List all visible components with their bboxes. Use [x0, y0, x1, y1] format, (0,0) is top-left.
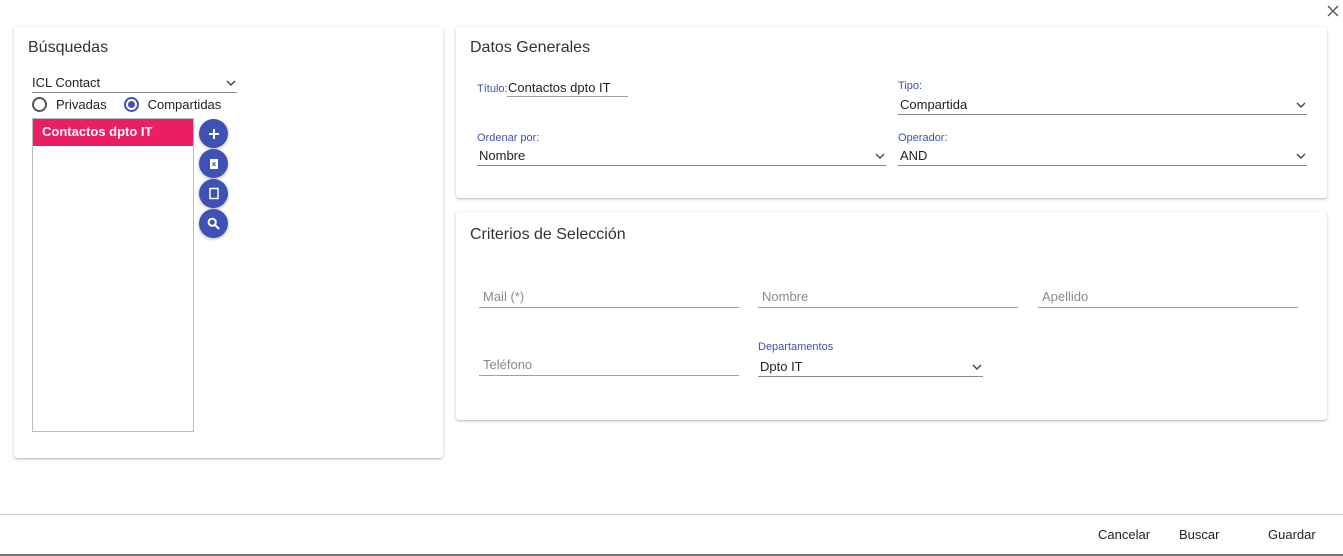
- plus-icon: [208, 128, 219, 139]
- datos-generales-panel: Datos Generales Título: Contactos dpto I…: [456, 27, 1327, 198]
- departamentos-value: Dpto IT: [760, 359, 803, 374]
- departamentos-select[interactable]: Dpto IT: [758, 359, 983, 377]
- criterios-title: Criterios de Selección: [470, 226, 626, 243]
- nombre-placeholder: Nombre: [762, 289, 809, 304]
- add-search-button[interactable]: [199, 119, 228, 148]
- close-icon: [1327, 5, 1339, 17]
- save-button[interactable]: Guardar: [1268, 527, 1316, 542]
- footer-divider: [0, 514, 1343, 515]
- tipo-select[interactable]: Compartida: [898, 97, 1307, 115]
- tipo-value: Compartida: [900, 97, 968, 112]
- operador-select[interactable]: AND: [898, 148, 1307, 166]
- ordenar-select[interactable]: Nombre: [477, 148, 886, 166]
- apellido-placeholder: Apellido: [1042, 289, 1089, 304]
- copy-icon: [208, 187, 219, 200]
- trash-icon: [209, 159, 218, 169]
- titulo-input[interactable]: Contactos dpto IT: [507, 77, 628, 97]
- source-select-value: ICL Contact: [32, 75, 101, 90]
- ordenar-label: Ordenar por:: [477, 132, 540, 144]
- nombre-input[interactable]: Nombre: [758, 288, 1018, 308]
- mail-placeholder: Mail (*): [483, 289, 525, 304]
- chevron-down-icon: [972, 364, 982, 370]
- ordenar-value: Nombre: [479, 148, 526, 163]
- searches-list[interactable]: Contactos dpto IT: [32, 118, 194, 432]
- operador-label: Operador:: [898, 132, 948, 144]
- radio-compartidas-label: Compartidas: [147, 97, 222, 112]
- search-footer-button[interactable]: Buscar: [1179, 527, 1219, 542]
- tipo-label: Tipo:: [898, 80, 923, 92]
- radio-privadas-label: Privadas: [56, 97, 107, 112]
- close-button[interactable]: [1325, 3, 1341, 19]
- chevron-down-icon: [1296, 153, 1306, 159]
- datos-generales-title: Datos Generales: [470, 39, 591, 56]
- search-button[interactable]: [199, 209, 228, 238]
- delete-search-button[interactable]: [199, 149, 228, 178]
- copy-search-button[interactable]: [199, 179, 228, 208]
- busquedas-title: Búsquedas: [28, 39, 109, 56]
- search-icon: [207, 217, 220, 230]
- chevron-down-icon: [226, 80, 236, 86]
- busquedas-panel: Búsquedas ICL Contact Privadas Compartid…: [14, 27, 443, 458]
- source-select[interactable]: ICL Contact: [32, 75, 237, 93]
- list-item[interactable]: Contactos dpto IT: [33, 119, 193, 146]
- titulo-label: Título:: [477, 83, 508, 95]
- chevron-down-icon: [1296, 102, 1306, 108]
- apellido-input[interactable]: Apellido: [1038, 288, 1298, 308]
- operador-value: AND: [900, 148, 928, 163]
- radio-compartidas[interactable]: [123, 97, 139, 112]
- telefono-placeholder: Teléfono: [483, 357, 533, 372]
- radio-privadas[interactable]: [32, 97, 47, 112]
- criterios-panel: Criterios de Selección Mail (*) Nombre A…: [456, 212, 1327, 420]
- mail-input[interactable]: Mail (*): [479, 288, 739, 308]
- departamentos-label: Departamentos: [758, 341, 834, 353]
- telefono-input[interactable]: Teléfono: [479, 356, 739, 376]
- visibility-radio-group: Privadas Compartidas: [32, 97, 238, 112]
- cancel-button[interactable]: Cancelar: [1098, 527, 1150, 542]
- chevron-down-icon: [875, 153, 885, 159]
- titulo-value: Contactos dpto IT: [508, 80, 611, 95]
